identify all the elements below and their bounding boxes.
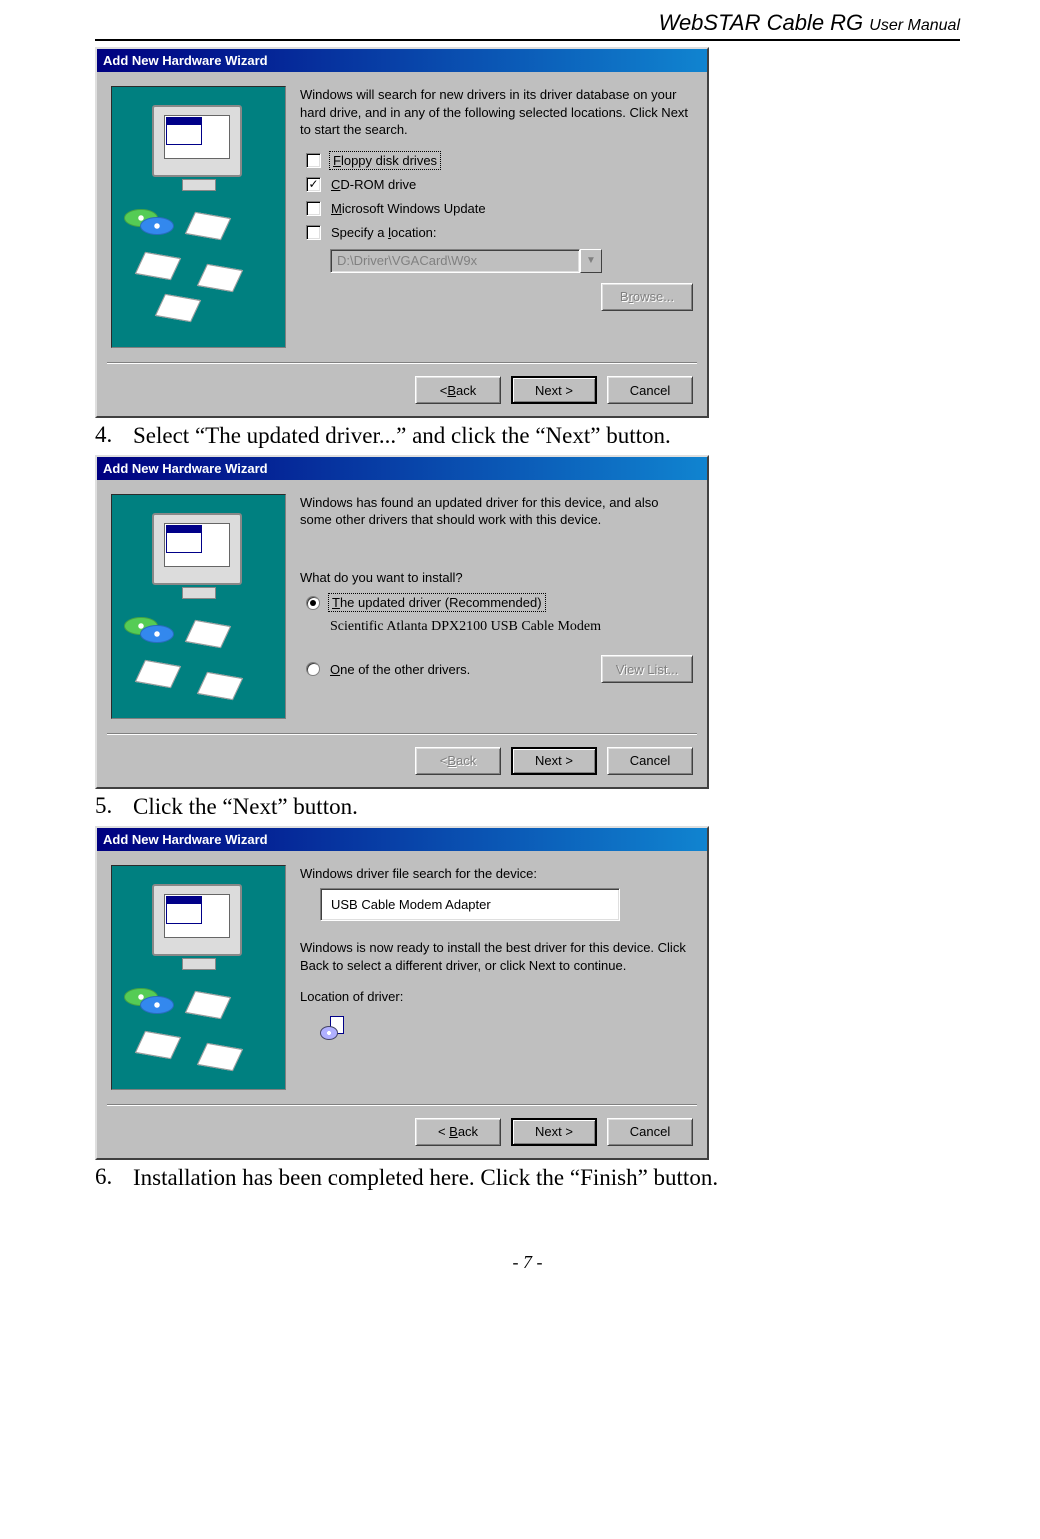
step-text: Click the “Next” button. [133, 793, 358, 822]
view-list-button[interactable]: View List... [601, 655, 693, 683]
other-drivers-label: One of the other drivers. [330, 662, 470, 677]
step-text: Installation has been completed here. Cl… [133, 1164, 718, 1193]
titlebar: Add New Hardware Wizard [97, 49, 707, 72]
ready-to-install-text: Windows is now ready to install the best… [300, 939, 693, 974]
page-number: - 7 - [95, 1252, 960, 1273]
back-button[interactable]: < Back [415, 747, 501, 775]
step-6: 6. Installation has been completed here.… [95, 1164, 960, 1193]
wizard-intro-text: Windows has found an updated driver for … [300, 494, 693, 529]
updated-driver-radio[interactable] [306, 596, 320, 610]
other-drivers-radio[interactable] [306, 662, 320, 676]
next-button[interactable]: Next > [511, 376, 597, 404]
next-button[interactable]: Next > [511, 1118, 597, 1146]
location-path-input[interactable]: D:\Driver\VGACard\W9x [330, 249, 580, 273]
step-number: 5. [95, 793, 115, 822]
device-name-box: USB Cable Modem Adapter [320, 888, 620, 921]
wizard-dialog-1: Add New Hardware Wizard Windows will sea… [95, 47, 709, 418]
wizard-side-graphic [111, 86, 286, 348]
found-driver-name: Scientific Atlanta DPX2100 USB Cable Mod… [330, 619, 693, 635]
step-number: 6. [95, 1164, 115, 1193]
wizard-intro-text: Windows will search for new drivers in i… [300, 86, 693, 139]
next-button[interactable]: Next > [511, 747, 597, 775]
step-5: 5. Click the “Next” button. [95, 793, 960, 822]
step-number: 4. [95, 422, 115, 451]
step-text: Select “The updated driver...” and click… [133, 422, 671, 451]
cancel-button[interactable]: Cancel [607, 1118, 693, 1146]
msupdate-checkbox[interactable] [306, 201, 321, 216]
titlebar: Add New Hardware Wizard [97, 828, 707, 851]
product-subtitle: User Manual [869, 17, 960, 34]
header-rule [95, 39, 960, 41]
search-for-device-label: Windows driver file search for the devic… [300, 865, 693, 883]
wizard-question: What do you want to install? [300, 569, 693, 587]
back-button[interactable]: < Back [415, 376, 501, 404]
location-dropdown-button[interactable]: ▼ [580, 249, 602, 273]
driver-icon [320, 1016, 348, 1040]
floppy-label: Floppy disk drives [331, 153, 439, 168]
msupdate-label: Microsoft Windows Update [331, 201, 486, 216]
floppy-checkbox[interactable] [306, 153, 321, 168]
updated-driver-label: The updated driver (Recommended) [330, 595, 544, 610]
specify-location-label: Specify a location: [331, 225, 437, 240]
product-name: WebSTAR Cable RG [659, 10, 864, 35]
cdrom-checkbox[interactable]: ✓ [306, 177, 321, 192]
back-button[interactable]: < Back [415, 1118, 501, 1146]
specify-location-checkbox[interactable] [306, 225, 321, 240]
cancel-button[interactable]: Cancel [607, 747, 693, 775]
browse-button[interactable]: Browse... [601, 283, 693, 311]
location-of-driver-label: Location of driver: [300, 988, 693, 1006]
titlebar: Add New Hardware Wizard [97, 457, 707, 480]
wizard-side-graphic [111, 494, 286, 719]
cdrom-label: CD-ROM drive [331, 177, 416, 192]
wizard-dialog-2: Add New Hardware Wizard Windows has foun… [95, 455, 709, 789]
doc-header: WebSTAR Cable RG User Manual [95, 10, 960, 36]
wizard-dialog-3: Add New Hardware Wizard Windows driver f… [95, 826, 709, 1160]
step-4: 4. Select “The updated driver...” and cl… [95, 422, 960, 451]
cancel-button[interactable]: Cancel [607, 376, 693, 404]
wizard-side-graphic [111, 865, 286, 1090]
